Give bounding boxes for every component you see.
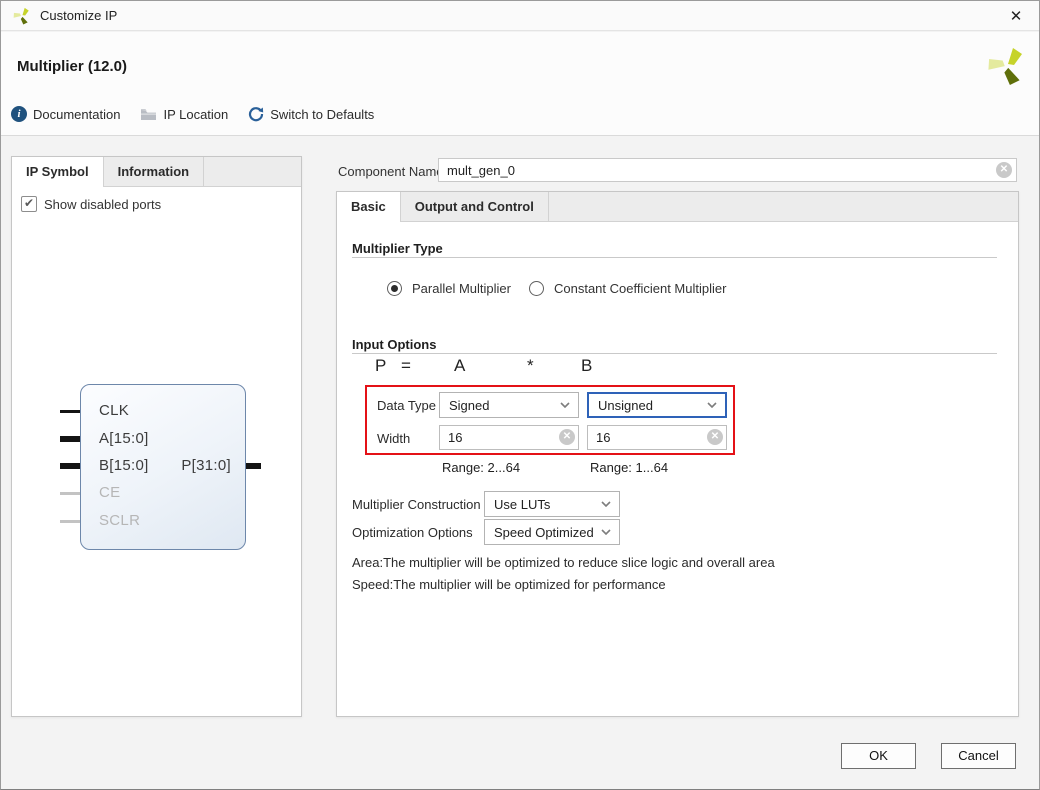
page-title: Multiplier (12.0)	[17, 58, 127, 75]
chevron-down-icon	[560, 402, 570, 408]
cancel-button[interactable]: Cancel	[941, 743, 1016, 769]
port-clk: CLK	[99, 402, 129, 419]
refresh-icon	[248, 106, 264, 122]
width-a-clear-icon[interactable]: ✕	[559, 429, 575, 445]
xilinx-logo-icon	[13, 7, 31, 25]
clk-port-stub	[60, 410, 80, 413]
window-title: Customize IP	[40, 8, 117, 23]
close-icon[interactable]: ✕	[1005, 7, 1027, 25]
multiplier-construction-label: Multiplier Construction	[352, 497, 481, 512]
tab-ip-symbol[interactable]: IP Symbol	[12, 157, 104, 186]
width-a-input[interactable]	[439, 425, 579, 450]
documentation-icon: i	[11, 106, 27, 122]
constant-coefficient-radio[interactable]	[529, 281, 544, 296]
optimization-options-value: Speed Optimized	[494, 525, 594, 540]
data-type-b-value: Unsigned	[598, 398, 653, 413]
switch-to-defaults-label: Switch to Defaults	[270, 107, 374, 122]
documentation-button[interactable]: i Documentation	[11, 106, 120, 122]
equation-star: *	[527, 356, 534, 376]
multiplier-construction-value: Use LUTs	[494, 497, 550, 512]
tab-output-and-control[interactable]: Output and Control	[401, 192, 549, 221]
left-tabstrip: IP Symbol Information	[12, 157, 301, 187]
b-port-stub	[60, 463, 80, 469]
component-name-label: Component Name	[338, 164, 444, 179]
p-port-stub	[245, 463, 261, 469]
tab-basic[interactable]: Basic	[337, 192, 401, 221]
chevron-down-icon	[601, 529, 611, 535]
ip-location-label: IP Location	[163, 107, 228, 122]
width-b-input[interactable]	[587, 425, 727, 450]
a-port-stub	[60, 436, 80, 442]
port-sclr: SCLR	[99, 512, 140, 529]
documentation-label: Documentation	[33, 107, 120, 122]
range-a-label: Range: 2...64	[442, 460, 520, 475]
optimization-options-dropdown[interactable]: Speed Optimized	[484, 519, 620, 545]
equation-equals: =	[401, 356, 411, 376]
parallel-multiplier-radio[interactable]	[387, 281, 402, 296]
input-options-title: Input Options	[352, 337, 436, 352]
data-type-a-dropdown[interactable]: Signed	[439, 392, 579, 418]
parallel-multiplier-label: Parallel Multiplier	[412, 281, 511, 296]
sclr-port-stub	[60, 520, 80, 523]
ip-symbol-panel: IP Symbol Information ✔ Show disabled po…	[11, 156, 302, 717]
ip-location-button[interactable]: IP Location	[140, 107, 228, 122]
divider	[352, 257, 997, 258]
ok-button[interactable]: OK	[841, 743, 916, 769]
divider	[352, 353, 997, 354]
optimization-options-label: Optimization Options	[352, 525, 473, 540]
equation-a: A	[454, 356, 465, 376]
equation-b: B	[581, 356, 592, 376]
config-panel: Basic Output and Control Multiplier Type…	[336, 191, 1019, 717]
customize-ip-dialog: Customize IP ✕ Multiplier (12.0) i Docum…	[0, 0, 1040, 790]
constant-coefficient-label: Constant Coefficient Multiplier	[554, 281, 726, 296]
chevron-down-icon	[601, 501, 611, 507]
header: Multiplier (12.0) i Documentation IP Loc…	[1, 32, 1039, 136]
width-label: Width	[377, 431, 410, 446]
range-b-label: Range: 1...64	[590, 460, 668, 475]
area-note: Area:The multiplier will be optimized to…	[352, 555, 775, 570]
data-type-label: Data Type	[377, 398, 436, 413]
equation-p: P	[375, 356, 386, 376]
data-type-b-dropdown[interactable]: Unsigned	[587, 392, 727, 418]
show-disabled-ports-checkbox[interactable]: ✔	[21, 196, 37, 212]
right-tabstrip: Basic Output and Control	[337, 192, 1018, 222]
chevron-down-icon	[707, 402, 717, 408]
port-ce: CE	[99, 484, 120, 501]
folder-icon	[140, 108, 157, 121]
ce-port-stub	[60, 492, 80, 495]
width-b-clear-icon[interactable]: ✕	[707, 429, 723, 445]
multiplier-type-options: Parallel Multiplier Constant Coefficient…	[387, 281, 734, 296]
component-name-clear-icon[interactable]: ✕	[996, 162, 1012, 178]
tab-information[interactable]: Information	[104, 157, 205, 186]
multiplier-construction-dropdown[interactable]: Use LUTs	[484, 491, 620, 517]
xilinx-brand-logo	[987, 46, 1027, 86]
data-type-a-value: Signed	[449, 398, 489, 413]
toolbar: i Documentation IP Location Switch to De…	[11, 106, 374, 122]
port-b: B[15:0]	[99, 457, 149, 474]
component-name-input[interactable]	[438, 158, 1017, 182]
multiplier-type-title: Multiplier Type	[352, 241, 443, 256]
port-p: P[31:0]	[181, 457, 231, 474]
port-a: A[15:0]	[99, 430, 149, 447]
ip-symbol-diagram: CLK A[15:0] B[15:0] CE SCLR P[31:0]	[80, 384, 246, 550]
show-disabled-ports-label: Show disabled ports	[44, 197, 161, 212]
switch-to-defaults-button[interactable]: Switch to Defaults	[248, 106, 374, 122]
speed-note: Speed:The multiplier will be optimized f…	[352, 577, 666, 592]
title-bar: Customize IP ✕	[1, 1, 1039, 31]
show-disabled-ports-row: ✔ Show disabled ports	[12, 187, 301, 221]
